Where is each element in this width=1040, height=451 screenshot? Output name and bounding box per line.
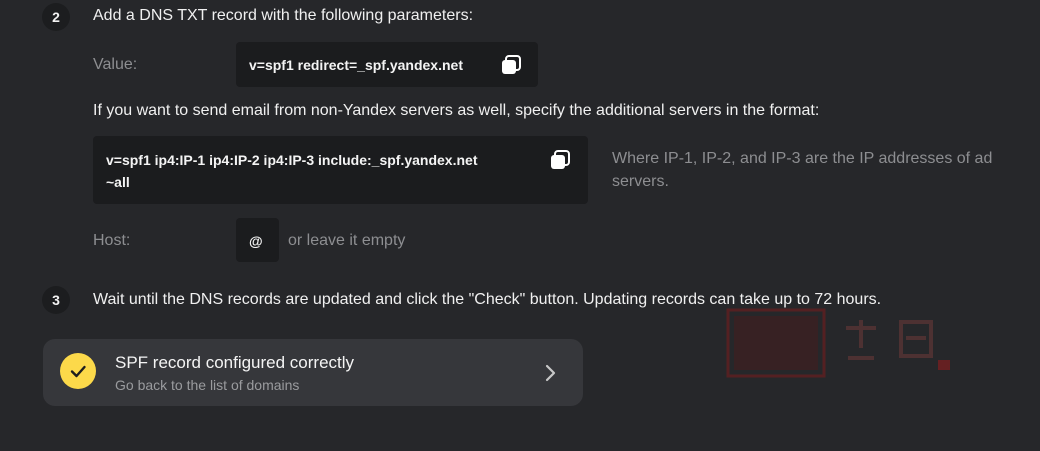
step-2-title: Add a DNS TXT record with the following … xyxy=(93,7,474,24)
alt-hint-line-2: servers. xyxy=(612,173,669,190)
chevron-right-icon[interactable] xyxy=(543,363,557,388)
step-number-3: 3 xyxy=(42,286,70,314)
host-value-field: @ xyxy=(236,218,279,262)
alt-value-line-1: v=spf1 ip4:IP-1 ip4:IP-2 ip4:IP-3 includ… xyxy=(106,152,478,168)
alt-value-line-2: ~all xyxy=(106,174,130,190)
check-icon xyxy=(60,353,96,389)
alt-value-hint: Where IP-1, IP-2, and IP-3 are the IP ad… xyxy=(612,147,1040,193)
value-field: v=spf1 redirect=_spf.yandex.net xyxy=(236,42,538,87)
copy-icon[interactable] xyxy=(549,149,571,171)
value-label: Value: xyxy=(93,56,138,73)
additional-servers-note: If you want to send email from non-Yande… xyxy=(93,102,820,119)
host-value-text: @ xyxy=(249,233,263,249)
spf-status-card[interactable]: SPF record configured correctly Go back … xyxy=(43,339,583,406)
host-label: Host: xyxy=(93,232,131,249)
alt-hint-line-1: Where IP-1, IP-2, and IP-3 are the IP ad… xyxy=(612,150,993,167)
value-text: v=spf1 redirect=_spf.yandex.net xyxy=(249,57,463,73)
status-subtitle[interactable]: Go back to the list of domains xyxy=(115,377,299,393)
copy-icon[interactable] xyxy=(500,54,522,76)
alt-value-field: v=spf1 ip4:IP-1 ip4:IP-2 ip4:IP-3 includ… xyxy=(93,136,588,204)
step-3-title: Wait until the DNS records are updated a… xyxy=(93,291,882,308)
host-alt-text: or leave it empty xyxy=(288,232,406,249)
step-number-2: 2 xyxy=(42,3,70,31)
status-title: SPF record configured correctly xyxy=(115,353,355,372)
watermark-logo xyxy=(726,308,960,385)
